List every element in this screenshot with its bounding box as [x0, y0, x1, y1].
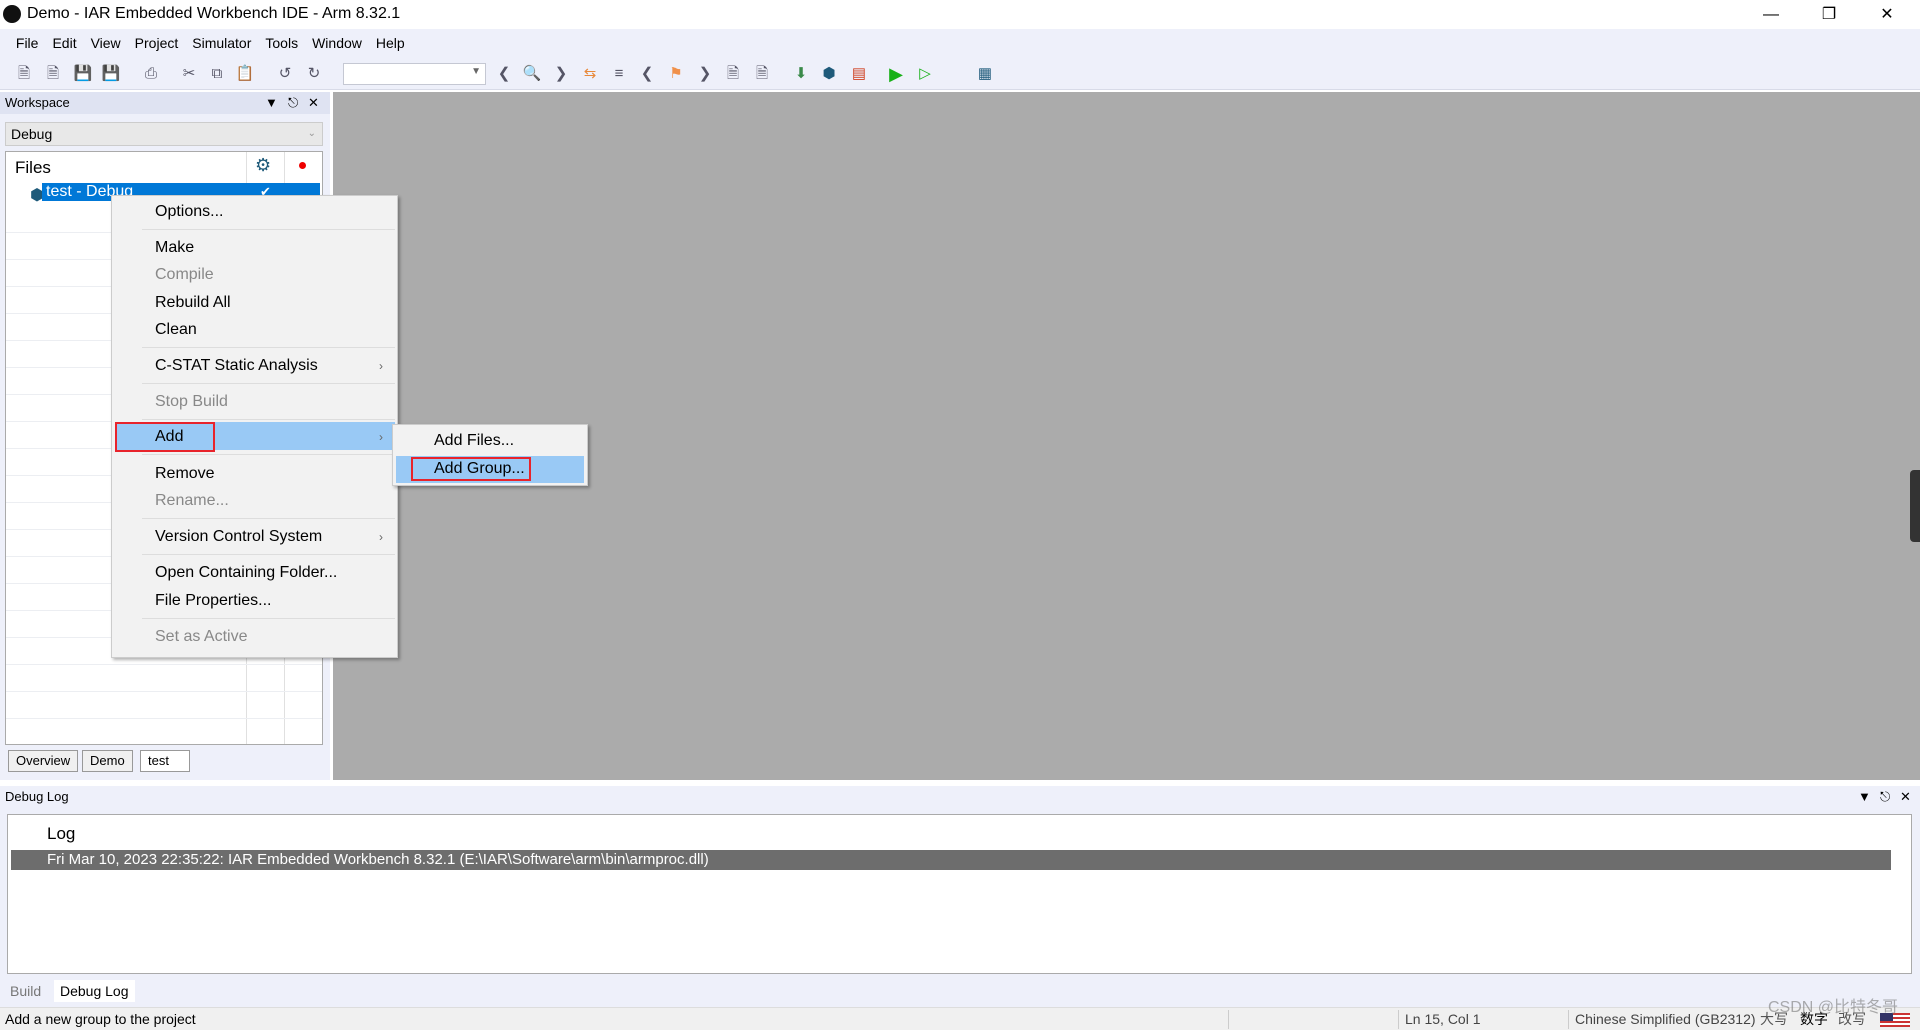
menu-item-rename[interactable]: Rename... — [155, 488, 229, 514]
tab-demo[interactable]: Demo — [82, 750, 133, 772]
menu-item-add-group[interactable]: Add Group... — [434, 456, 525, 482]
indent-icon[interactable]: ≡ — [609, 64, 629, 84]
menu-project[interactable]: Project — [128, 29, 186, 58]
download-debug-icon[interactable]: ⬢ — [819, 64, 839, 84]
menu-window[interactable]: Window — [305, 29, 369, 58]
menu-item-version-control[interactable]: Version Control System — [155, 524, 322, 550]
redo-icon[interactable]: ↻ — [304, 64, 324, 84]
configuration-select[interactable]: Debug ⌄ — [5, 122, 323, 146]
log-column-header: Log — [47, 824, 76, 843]
layout-icon[interactable]: ▦ — [975, 64, 995, 84]
find-icon[interactable]: 🔍 — [522, 64, 542, 84]
menu-tools[interactable]: Tools — [258, 29, 305, 58]
chevron-right-icon: › — [379, 530, 383, 544]
menu-item-stop-build[interactable]: Stop Build — [155, 389, 228, 415]
chevron-right-icon: › — [379, 359, 383, 373]
gear-icon[interactable]: ⚙ — [255, 155, 271, 176]
tab-overview[interactable]: Overview — [8, 750, 79, 772]
side-handle[interactable] — [1910, 470, 1920, 542]
prev-file-icon[interactable]: 🗎 — [723, 64, 743, 84]
menu-item-cstat[interactable]: C-STAT Static Analysis — [155, 353, 318, 379]
forward-icon[interactable]: ❯ — [551, 64, 571, 84]
bookmark-icon[interactable]: ⚑ — [666, 64, 686, 84]
swap-icon[interactable]: ⇆ — [580, 64, 600, 84]
menu-item-set-active[interactable]: Set as Active — [155, 624, 248, 650]
save-icon[interactable]: 💾 — [73, 64, 93, 84]
tab-test[interactable]: test — [140, 750, 190, 772]
dropdown-icon[interactable]: ▼ — [265, 92, 278, 114]
menu-item-clean[interactable]: Clean — [155, 317, 197, 343]
menu-item-compile[interactable]: Compile — [155, 262, 214, 288]
print-icon[interactable]: ⎙ — [141, 64, 161, 84]
window-title: Demo - IAR Embedded Workbench IDE - Arm … — [27, 5, 401, 22]
menu-file[interactable]: File — [9, 29, 46, 58]
menu-item-options[interactable]: Options... — [155, 199, 223, 225]
download-icon[interactable]: ⬇ — [791, 64, 811, 84]
back-icon[interactable]: ❮ — [494, 64, 514, 84]
chevron-down-icon: ▼ — [471, 66, 481, 77]
files-header: Files — [15, 158, 51, 177]
log-entry[interactable]: Fri Mar 10, 2023 22:35:22: IAR Embedded … — [11, 850, 1891, 870]
debug-icon[interactable]: ▶ — [886, 64, 906, 84]
paste-icon[interactable]: 📋 — [235, 64, 255, 84]
pin-icon[interactable]: ⎋ — [288, 92, 298, 114]
menu-view[interactable]: View — [84, 29, 128, 58]
menu-item-make[interactable]: Make — [155, 235, 194, 261]
menu-simulator[interactable]: Simulator — [185, 29, 258, 58]
next-bookmark-icon[interactable]: ❯ — [695, 64, 715, 84]
title-bar: Demo - IAR Embedded Workbench IDE - Arm … — [0, 0, 1920, 29]
status-message: Add a new group to the project — [5, 1011, 196, 1027]
cursor-position: Ln 15, Col 1 — [1405, 1011, 1481, 1027]
undo-icon[interactable]: ↺ — [275, 64, 295, 84]
menu-item-add[interactable]: Add — [155, 424, 183, 450]
close-icon[interactable]: ✕ — [1900, 786, 1911, 808]
workspace-title: Workspace — [5, 95, 70, 110]
chevron-down-icon: ⌄ — [307, 128, 316, 139]
toolbar: 🗎 🗎 💾 💾 ⎙ ✂ ⧉ 📋 ↺ ↻ ▼ ❮ 🔍 ❯ ⇆ ≡ ❮ ⚑ ❯ 🗎 … — [0, 58, 1920, 90]
menu-item-file-properties[interactable]: File Properties... — [155, 588, 271, 614]
prev-bookmark-icon[interactable]: ❮ — [637, 64, 657, 84]
cut-icon[interactable]: ✂ — [179, 64, 199, 84]
app-logo-icon — [3, 5, 21, 23]
debug-nodownload-icon[interactable]: ▷ — [915, 64, 935, 84]
menu-help[interactable]: Help — [369, 29, 412, 58]
minimize-button[interactable]: — — [1742, 0, 1800, 29]
copy-icon[interactable]: ⧉ — [207, 64, 227, 84]
restore-button[interactable]: ❐ — [1800, 0, 1858, 29]
chevron-right-icon: › — [379, 430, 383, 444]
build-status-dot-icon — [299, 162, 306, 169]
status-bar: Add a new group to the project Ln 15, Co… — [0, 999, 1920, 1030]
close-button[interactable]: ✕ — [1858, 0, 1916, 29]
open-file-icon[interactable]: 🗎 — [43, 64, 63, 84]
search-combo[interactable]: ▼ — [343, 63, 486, 85]
menu-edit[interactable]: Edit — [45, 29, 83, 58]
add-submenu: Add Files... Add Group... — [392, 424, 588, 486]
menu-bar: File Edit View Project Simulator Tools Window H… — [0, 29, 1920, 58]
dropdown-icon[interactable]: ▼ — [1858, 786, 1871, 808]
next-file-icon[interactable]: 🗎 — [752, 64, 772, 84]
menu-item-add-files[interactable]: Add Files... — [434, 428, 514, 454]
log-list[interactable]: Log Fri Mar 10, 2023 22:35:22: IAR Embed… — [7, 814, 1912, 974]
debug-log-header: Debug Log ▼ ⎋ ✕ — [0, 786, 1920, 808]
context-menu: Options... Make Compile Rebuild All Clea… — [111, 195, 398, 658]
workspace-header: Workspace ▼ ⎋ ✕ — [0, 92, 330, 114]
config-value: Debug — [11, 126, 53, 142]
pin-icon[interactable]: ⎋ — [1880, 786, 1890, 808]
menu-item-remove[interactable]: Remove — [155, 461, 215, 487]
tab-debug-log[interactable]: Debug Log — [54, 980, 135, 1002]
new-file-icon[interactable]: 🗎 — [14, 64, 34, 84]
watermark: CSDN @比特冬哥 — [1768, 999, 1899, 1016]
debug-log-title: Debug Log — [5, 789, 69, 804]
save-all-icon[interactable]: 💾 — [101, 64, 121, 84]
menu-item-open-folder[interactable]: Open Containing Folder... — [155, 560, 337, 586]
close-icon[interactable]: ✕ — [308, 92, 319, 114]
menu-item-rebuild-all[interactable]: Rebuild All — [155, 290, 231, 316]
breakpoint-icon[interactable]: ▤ — [849, 64, 869, 84]
tab-build[interactable]: Build — [4, 980, 47, 1002]
encoding: Chinese Simplified (GB2312) — [1575, 1011, 1756, 1027]
